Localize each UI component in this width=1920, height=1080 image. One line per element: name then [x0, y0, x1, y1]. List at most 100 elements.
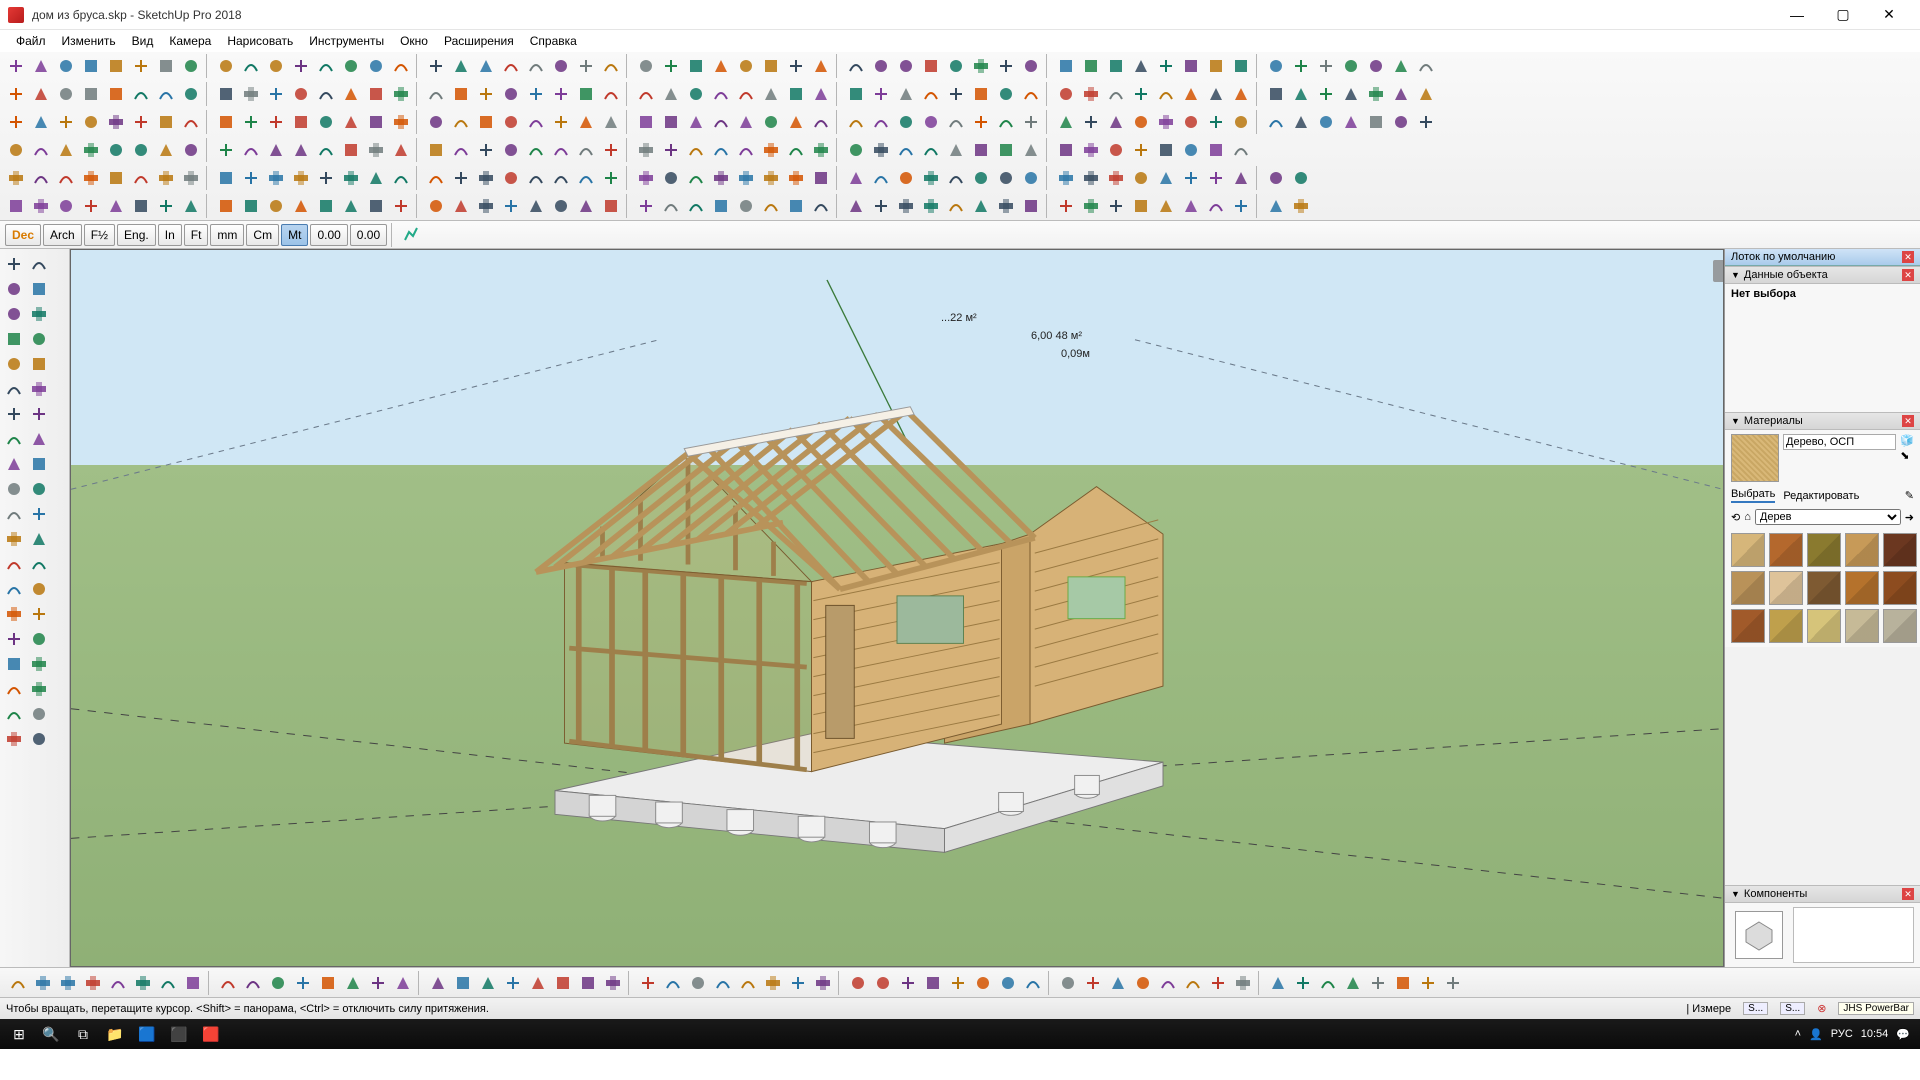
row5-tool-17[interactable] — [449, 166, 473, 190]
row3-tool-54[interactable] — [1414, 110, 1438, 134]
row1-tool-12[interactable] — [314, 54, 338, 78]
row6-tool-46[interactable] — [1204, 194, 1228, 218]
row2-tool-19[interactable] — [499, 82, 523, 106]
row2-tool-1[interactable] — [29, 82, 53, 106]
row2-tool-0[interactable] — [4, 82, 28, 106]
row5-tool-7[interactable] — [179, 166, 203, 190]
row4-tool-33[interactable] — [869, 138, 893, 162]
material-swatch-4[interactable] — [1883, 533, 1917, 567]
row1-tool-47[interactable] — [1229, 54, 1253, 78]
unit-arch[interactable]: Arch — [43, 224, 82, 246]
row6-tool-7[interactable] — [179, 194, 203, 218]
row5-tool-19[interactable] — [499, 166, 523, 190]
row2-tool-52[interactable] — [1364, 82, 1388, 106]
row1-tool-30[interactable] — [784, 54, 808, 78]
row2-tool-42[interactable] — [1104, 82, 1128, 106]
row4-tool-26[interactable] — [684, 138, 708, 162]
row4-tool-23[interactable] — [599, 138, 623, 162]
row3-tool-11[interactable] — [289, 110, 313, 134]
left-tool-15-0[interactable] — [2, 627, 26, 651]
left-tool-12-0[interactable] — [2, 552, 26, 576]
unit-precision-1[interactable]: 0.00 — [310, 224, 347, 246]
row3-tool-48[interactable] — [1264, 110, 1288, 134]
row1-tool-21[interactable] — [549, 54, 573, 78]
row4-tool-36[interactable] — [944, 138, 968, 162]
row2-tool-2[interactable] — [54, 82, 78, 106]
left-tool-3-1[interactable] — [27, 327, 51, 351]
row3-tool-6[interactable] — [154, 110, 178, 134]
row4-tool-31[interactable] — [809, 138, 833, 162]
row3-tool-45[interactable] — [1179, 110, 1203, 134]
sketchup-task-icon[interactable]: 🟥 — [196, 1020, 226, 1048]
bottom-tool-21[interactable] — [551, 971, 575, 995]
material-swatch-10[interactable] — [1731, 609, 1765, 643]
material-category-select[interactable]: Дерев — [1755, 509, 1901, 525]
bottom-tool-41[interactable] — [1081, 971, 1105, 995]
row6-tool-20[interactable] — [524, 194, 548, 218]
tray-lang[interactable]: РУС — [1831, 1028, 1853, 1040]
row6-tool-34[interactable] — [894, 194, 918, 218]
row2-tool-47[interactable] — [1229, 82, 1253, 106]
row5-tool-38[interactable] — [994, 166, 1018, 190]
bottom-tool-23[interactable] — [601, 971, 625, 995]
left-tool-17-0[interactable] — [2, 677, 26, 701]
row4-tool-20[interactable] — [524, 138, 548, 162]
unit-ft[interactable]: Ft — [184, 224, 209, 246]
row5-tool-49[interactable] — [1289, 166, 1313, 190]
bottom-tool-18[interactable] — [476, 971, 500, 995]
row3-tool-14[interactable] — [364, 110, 388, 134]
left-tool-9-1[interactable] — [27, 477, 51, 501]
row5-tool-44[interactable] — [1154, 166, 1178, 190]
row2-tool-28[interactable] — [734, 82, 758, 106]
row4-tool-0[interactable] — [4, 138, 28, 162]
row3-tool-24[interactable] — [634, 110, 658, 134]
row3-tool-41[interactable] — [1079, 110, 1103, 134]
row1-tool-32[interactable] — [844, 54, 868, 78]
row6-tool-23[interactable] — [599, 194, 623, 218]
row6-tool-28[interactable] — [734, 194, 758, 218]
left-tool-2-0[interactable] — [2, 302, 26, 326]
row6-tool-22[interactable] — [574, 194, 598, 218]
row2-tool-8[interactable] — [214, 82, 238, 106]
row4-tool-22[interactable] — [574, 138, 598, 162]
taskview-icon[interactable]: ⧉ — [68, 1020, 98, 1048]
row3-tool-1[interactable] — [29, 110, 53, 134]
row2-tool-38[interactable] — [994, 82, 1018, 106]
row1-tool-1[interactable] — [29, 54, 53, 78]
row3-tool-35[interactable] — [919, 110, 943, 134]
menu-draw[interactable]: Нарисовать — [219, 32, 301, 50]
bottom-tool-25[interactable] — [661, 971, 685, 995]
material-swatch-1[interactable] — [1769, 533, 1803, 567]
row1-tool-8[interactable] — [214, 54, 238, 78]
row3-tool-47[interactable] — [1229, 110, 1253, 134]
row6-tool-40[interactable] — [1054, 194, 1078, 218]
bottom-tool-27[interactable] — [711, 971, 735, 995]
row3-tool-9[interactable] — [239, 110, 263, 134]
row5-tool-15[interactable] — [389, 166, 413, 190]
bottom-tool-42[interactable] — [1106, 971, 1130, 995]
row3-tool-34[interactable] — [894, 110, 918, 134]
row3-tool-22[interactable] — [574, 110, 598, 134]
start-icon[interactable]: ⊞ — [4, 1020, 34, 1048]
row6-tool-39[interactable] — [1019, 194, 1043, 218]
left-tool-0-0[interactable] — [2, 252, 26, 276]
row5-tool-25[interactable] — [659, 166, 683, 190]
row2-tool-36[interactable] — [944, 82, 968, 106]
menu-window[interactable]: Окно — [392, 32, 436, 50]
row4-tool-38[interactable] — [994, 138, 1018, 162]
row6-tool-10[interactable] — [264, 194, 288, 218]
row2-tool-29[interactable] — [759, 82, 783, 106]
row5-tool-1[interactable] — [29, 166, 53, 190]
menu-view[interactable]: Вид — [124, 32, 162, 50]
row5-tool-18[interactable] — [474, 166, 498, 190]
row3-tool-23[interactable] — [599, 110, 623, 134]
row2-tool-41[interactable] — [1079, 82, 1103, 106]
row5-tool-46[interactable] — [1204, 166, 1228, 190]
row5-tool-47[interactable] — [1229, 166, 1253, 190]
left-tool-17-1[interactable] — [27, 677, 51, 701]
row3-tool-20[interactable] — [524, 110, 548, 134]
row4-tool-25[interactable] — [659, 138, 683, 162]
entity-info-header[interactable]: ▼Данные объекта ✕ — [1725, 266, 1920, 284]
row2-tool-54[interactable] — [1414, 82, 1438, 106]
notification-icon[interactable]: 💬 — [1896, 1028, 1910, 1041]
